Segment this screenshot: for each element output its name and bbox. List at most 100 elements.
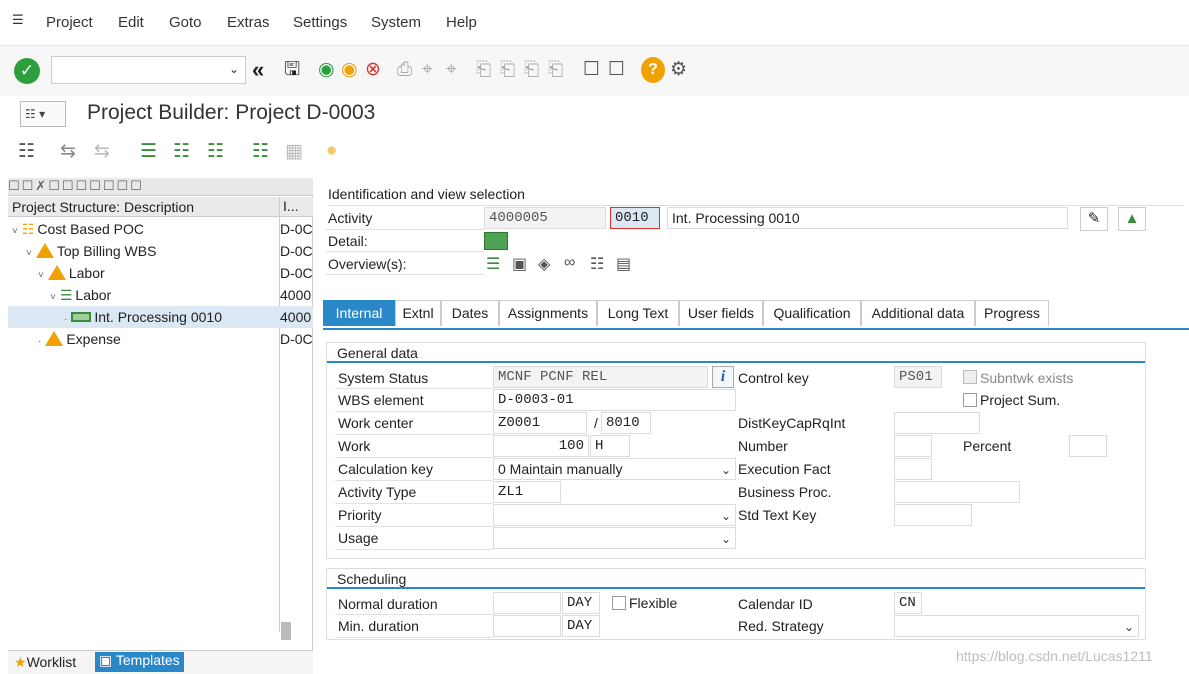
wbs-element-field[interactable]: D-0003-01 — [493, 389, 736, 411]
normal-duration-unit-field[interactable]: DAY — [562, 592, 600, 614]
tab-user-fields[interactable]: User fields — [679, 300, 763, 326]
command-field[interactable]: ⌄ — [51, 56, 246, 84]
min-duration-field[interactable] — [493, 615, 561, 637]
help-icon[interactable]: ? — [641, 57, 665, 83]
menu-edit[interactable]: Edit — [118, 14, 144, 31]
menu-system[interactable]: System — [371, 14, 421, 31]
swap-icon[interactable]: ⇆ — [60, 140, 76, 163]
overview-wbs-icon[interactable]: ☰ — [486, 254, 500, 274]
system-status-field[interactable]: MCNF PCNF REL — [493, 366, 708, 388]
tab-extnl[interactable]: Extnl — [395, 300, 441, 326]
menu-goto[interactable]: Goto — [169, 14, 202, 31]
tab-assignments[interactable]: Assignments — [499, 300, 597, 326]
overview-document-icon[interactable]: ☷ — [590, 254, 604, 274]
control-key-field[interactable]: PS01 — [894, 366, 942, 388]
first-page-icon[interactable]: ⎗ — [476, 57, 491, 83]
previous-page-icon[interactable]: ⎗ — [500, 57, 515, 83]
gear-icon[interactable]: ⚙ — [670, 57, 687, 83]
business-proc-field[interactable] — [894, 481, 1020, 503]
info-icon[interactable]: i — [712, 366, 734, 388]
network-icon[interactable]: ☷ — [207, 140, 224, 163]
back-double-icon[interactable]: « — [252, 57, 264, 83]
next-page-icon[interactable]: ⎗ — [524, 57, 539, 83]
subntwk-checkbox[interactable] — [963, 370, 977, 384]
tree-row[interactable]: ˅ ☰ Labor 4000 — [8, 284, 313, 306]
menu-settings[interactable]: Settings — [293, 14, 347, 31]
back-icon[interactable]: ◉ — [318, 57, 335, 83]
flexible-checkbox[interactable] — [612, 596, 626, 610]
structure-toolbar[interactable]: ☐☐✗☐☐☐☐☐☐☐ — [8, 178, 313, 196]
overview-diamond-icon[interactable]: ◈ — [538, 254, 550, 274]
normal-duration-field[interactable] — [493, 592, 561, 614]
calendar-id-field[interactable]: CN — [894, 592, 922, 614]
print-icon[interactable]: ⎙ — [397, 57, 412, 83]
work-center-field[interactable]: Z0001 — [493, 412, 587, 434]
collapse-icon[interactable]: ˅ — [26, 248, 32, 259]
enter-button[interactable]: ✓ — [14, 58, 40, 84]
calculation-key-select[interactable]: 0 Maintain manually ⌄ — [493, 458, 736, 480]
cancel-icon[interactable]: ⊗ — [365, 57, 381, 83]
number-field[interactable] — [894, 435, 932, 457]
structure-header-description[interactable]: Project Structure: Description — [12, 199, 194, 215]
exit-icon[interactable]: ◉ — [341, 57, 358, 83]
menu-extras[interactable]: Extras — [227, 14, 270, 31]
tree-row-selected[interactable]: · Int. Processing 0010 4000 — [8, 306, 313, 328]
table-icon[interactable]: ▦ — [285, 140, 303, 163]
project-sum-checkbox[interactable] — [963, 393, 977, 407]
edit-text-icon[interactable]: ✎ — [1080, 207, 1108, 231]
collapse-icon[interactable]: ˅ — [12, 226, 18, 237]
templates-tab[interactable]: ▣ Templates — [95, 652, 184, 672]
menu-icon[interactable]: ☰ — [12, 12, 24, 28]
percent-field[interactable] — [1069, 435, 1107, 457]
tree-row[interactable]: ˅ ☷ Cost Based POC D-0C — [8, 218, 313, 240]
min-duration-unit-field[interactable]: DAY — [562, 615, 600, 637]
activity-description-field[interactable]: Int. Processing 0010 — [667, 207, 1068, 229]
overview-relationship-icon[interactable]: ∞ — [564, 254, 575, 272]
tab-internal[interactable]: Internal — [323, 300, 395, 326]
tab-long-text[interactable]: Long Text — [597, 300, 679, 326]
tab-dates[interactable]: Dates — [441, 300, 499, 326]
execution-fact-field[interactable] — [894, 458, 932, 480]
scrollbar-thumb[interactable] — [281, 622, 291, 640]
tab-additional-data[interactable]: Additional data — [861, 300, 975, 326]
plant-field[interactable]: 8010 — [601, 412, 651, 434]
wbs-icon[interactable]: ☰ — [140, 140, 157, 163]
distkey-field[interactable] — [894, 412, 980, 434]
priority-select[interactable]: ⌄ — [493, 504, 736, 526]
tab-qualification[interactable]: Qualification — [763, 300, 861, 326]
create-session-icon[interactable]: ☐ — [583, 57, 600, 83]
usage-select[interactable]: ⌄ — [493, 527, 736, 549]
red-strategy-select[interactable]: ⌄ — [894, 615, 1139, 637]
find-icon[interactable]: ⌖ — [422, 57, 433, 83]
network-field[interactable]: 4000005 — [484, 207, 606, 229]
overview-table-icon[interactable]: ▤ — [616, 254, 631, 274]
activity-type-field[interactable]: ZL1 — [493, 481, 561, 503]
tree-row[interactable]: ˅ Labor D-0C — [8, 262, 313, 284]
tab-progress[interactable]: Progress — [975, 300, 1049, 326]
tree-row[interactable]: · Expense D-0C — [8, 328, 313, 350]
menu-project[interactable]: Project — [46, 14, 93, 31]
menu-help[interactable]: Help — [446, 14, 477, 31]
hierarchy-icon[interactable]: ☷ — [173, 140, 190, 163]
collapse-icon[interactable]: ˅ — [50, 292, 56, 303]
generate-shortcut-icon[interactable]: ☐ — [608, 57, 625, 83]
glasses-icon[interactable]: ☷ — [18, 140, 35, 163]
tree-row[interactable]: ˅ Top Billing WBS D-0C — [8, 240, 313, 262]
swap-disabled-icon[interactable]: ⇆ — [94, 140, 110, 163]
last-page-icon[interactable]: ⎗ — [548, 57, 563, 83]
structure-header-id[interactable]: I... — [283, 198, 299, 214]
std-text-key-field[interactable] — [894, 504, 972, 526]
coin-icon[interactable]: ● — [326, 140, 337, 162]
save-icon[interactable]: 🖫 — [284, 57, 300, 83]
detail-activity-icon[interactable] — [484, 232, 508, 250]
graphic-icon[interactable]: ☷ — [252, 140, 269, 163]
activity-number-field[interactable]: 0010 — [610, 207, 660, 229]
work-unit-field[interactable]: H — [590, 435, 630, 457]
overview-milestone-icon[interactable]: ▣ — [512, 254, 527, 274]
screen-menu-button[interactable]: ☷ ▾ — [20, 101, 66, 127]
find-next-icon[interactable]: ⌖ — [446, 57, 457, 83]
graphic-chart-icon[interactable]: ▲ — [1118, 207, 1146, 231]
collapse-icon[interactable]: ˅ — [38, 270, 44, 281]
worklist-tab[interactable]: ★Worklist — [14, 654, 76, 671]
work-field[interactable]: 100 — [493, 435, 589, 457]
